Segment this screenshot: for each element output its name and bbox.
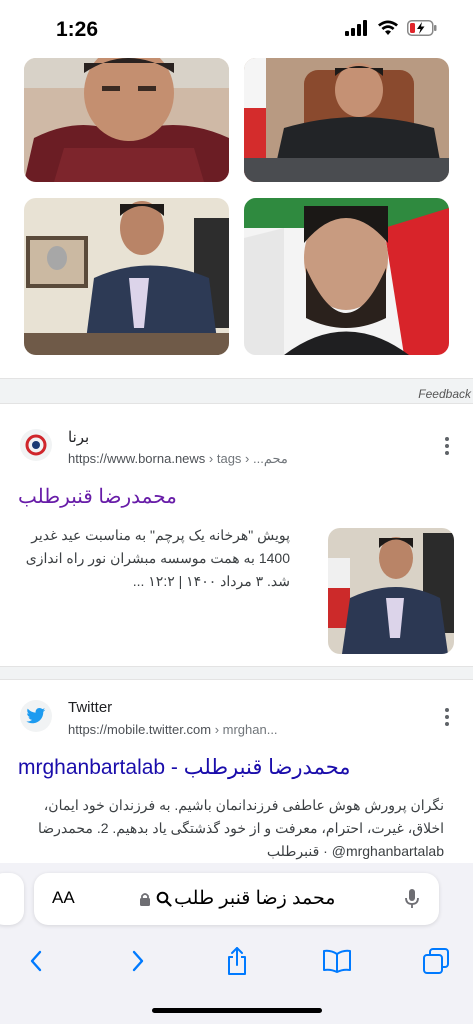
- address-bar[interactable]: AA محمد زضا قنبر طلب: [34, 873, 439, 925]
- snippet-line: شد. ۳ مرداد ۱۴۰۰ | ۱۲:۲ ...: [132, 573, 290, 589]
- tabs-button[interactable]: [416, 941, 456, 981]
- snippet-line: پویش "هرخانه یک پرچم" به مناسبت عید غدیر: [31, 527, 290, 543]
- address-query-text: محمد زضا قنبر طلب: [174, 888, 336, 909]
- divider: [0, 403, 473, 404]
- result-url-breadcrumb: › mrghan...: [214, 722, 278, 737]
- result-url-domain: https://www.borna.news: [68, 451, 206, 466]
- feedback-link[interactable]: Feedback: [418, 387, 471, 401]
- navigation-row: [0, 941, 473, 981]
- divider-band: [0, 667, 473, 679]
- twitter-favicon: [20, 700, 52, 732]
- share-icon: [228, 947, 246, 975]
- book-icon: [323, 949, 351, 973]
- reader-settings-button[interactable]: AA: [52, 888, 75, 908]
- result-site-name: Twitter: [68, 699, 113, 716]
- portrait-image: [328, 528, 454, 654]
- forward-button[interactable]: [118, 941, 158, 981]
- twitter-bird-icon: [26, 708, 46, 724]
- bookmarks-button[interactable]: [317, 941, 357, 981]
- result-title-link[interactable]: محمدرضا قنبرطلب: [18, 484, 177, 509]
- portrait-image: [244, 198, 449, 355]
- borna-logo-icon: [25, 434, 47, 456]
- status-bar: 1:26: [0, 0, 473, 58]
- chevron-right-icon: [132, 950, 144, 972]
- share-button[interactable]: [217, 941, 257, 981]
- status-time: 1:26: [56, 18, 99, 41]
- snippet-line: اخلاق، غیرت، احترام، معرفت و از خود گذشت…: [38, 820, 444, 836]
- snippet-line: 1400 به همت موسسه مبشران نور راه اندازی: [25, 550, 290, 566]
- battery-charging-icon: [407, 20, 437, 36]
- browser-toolbar: AA محمد زضا قنبر طلب: [0, 863, 473, 1024]
- result-url-domain: https://mobile.twitter.com: [68, 722, 212, 737]
- home-indicator[interactable]: [152, 1008, 322, 1013]
- snippet-line: mrghanbartalab@ · قنبرطلب: [266, 843, 444, 859]
- snippet-line: نگران پرورش هوش عاطفی فرزندانمان باشیم. …: [43, 797, 444, 813]
- search-icon: [156, 891, 172, 907]
- image-result-4[interactable]: [244, 198, 449, 355]
- image-result-1[interactable]: [24, 58, 229, 182]
- result-title-link[interactable]: mrghanbartalab - محمدرضا قنبرطلب: [18, 755, 351, 780]
- divider: [0, 679, 473, 680]
- result-site-name: برنا: [68, 429, 90, 446]
- wifi-icon: [378, 20, 398, 35]
- divider-band: [0, 379, 473, 403]
- portrait-image: [24, 58, 229, 182]
- lock-icon: [140, 893, 150, 906]
- previous-tab-preview[interactable]: [0, 873, 24, 925]
- back-button[interactable]: [16, 941, 56, 981]
- result-url[interactable]: https://mobile.twitter.com › mrghan...: [68, 722, 278, 737]
- search-results: Feedback برنا https://www.borna.news › t…: [0, 58, 473, 863]
- more-options-icon[interactable]: [444, 708, 450, 728]
- more-options-icon[interactable]: [444, 437, 450, 457]
- microphone-icon[interactable]: [404, 888, 420, 910]
- portrait-image: [244, 58, 449, 182]
- result-snippet: نگران پرورش هوش عاطفی فرزندانمان باشیم. …: [12, 794, 444, 863]
- image-result-3[interactable]: [24, 198, 229, 355]
- status-icons: [345, 20, 437, 36]
- tabs-icon: [423, 948, 449, 974]
- portrait-image: [24, 198, 229, 355]
- result-thumbnail[interactable]: [328, 528, 454, 654]
- chevron-left-icon: [30, 950, 42, 972]
- result-url-breadcrumb: › tags › ...محم: [208, 451, 288, 466]
- signal-icon: [345, 20, 367, 36]
- result-snippet: پویش "هرخانه یک پرچم" به مناسبت عید غدیر…: [18, 524, 290, 593]
- borna-favicon: [20, 429, 52, 461]
- image-result-2[interactable]: [244, 58, 449, 182]
- result-url[interactable]: https://www.borna.news › tags › ...محم: [68, 451, 288, 467]
